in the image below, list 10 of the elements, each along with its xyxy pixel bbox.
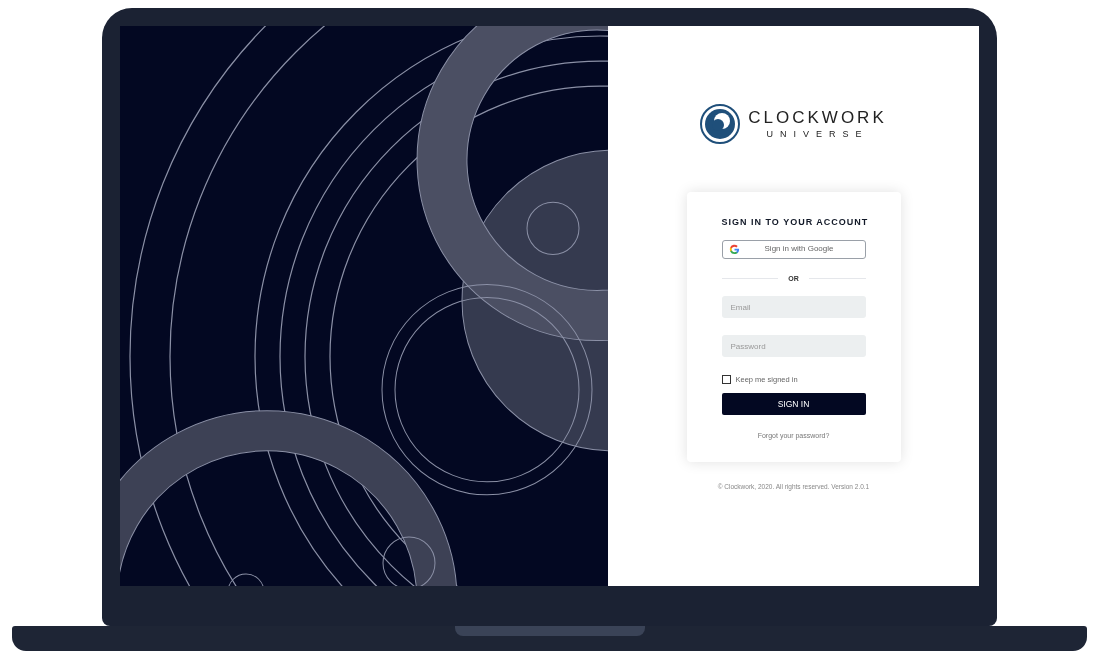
password-field[interactable]: Password (721, 335, 866, 357)
sign-in-button[interactable]: SIGN IN (721, 393, 866, 416)
brand-name: CLOCKWORK (748, 106, 887, 128)
login-title: SIGN IN TO YOUR ACCOUNT (721, 216, 866, 229)
google-icon (728, 243, 740, 255)
logo-icon (700, 104, 741, 144)
brand-tagline: UNIVERSE (766, 127, 869, 141)
email-field[interactable]: Email (721, 296, 866, 318)
remember-checkbox[interactable] (721, 375, 731, 385)
google-sign-in-button[interactable]: Sign in with Google (721, 239, 866, 259)
